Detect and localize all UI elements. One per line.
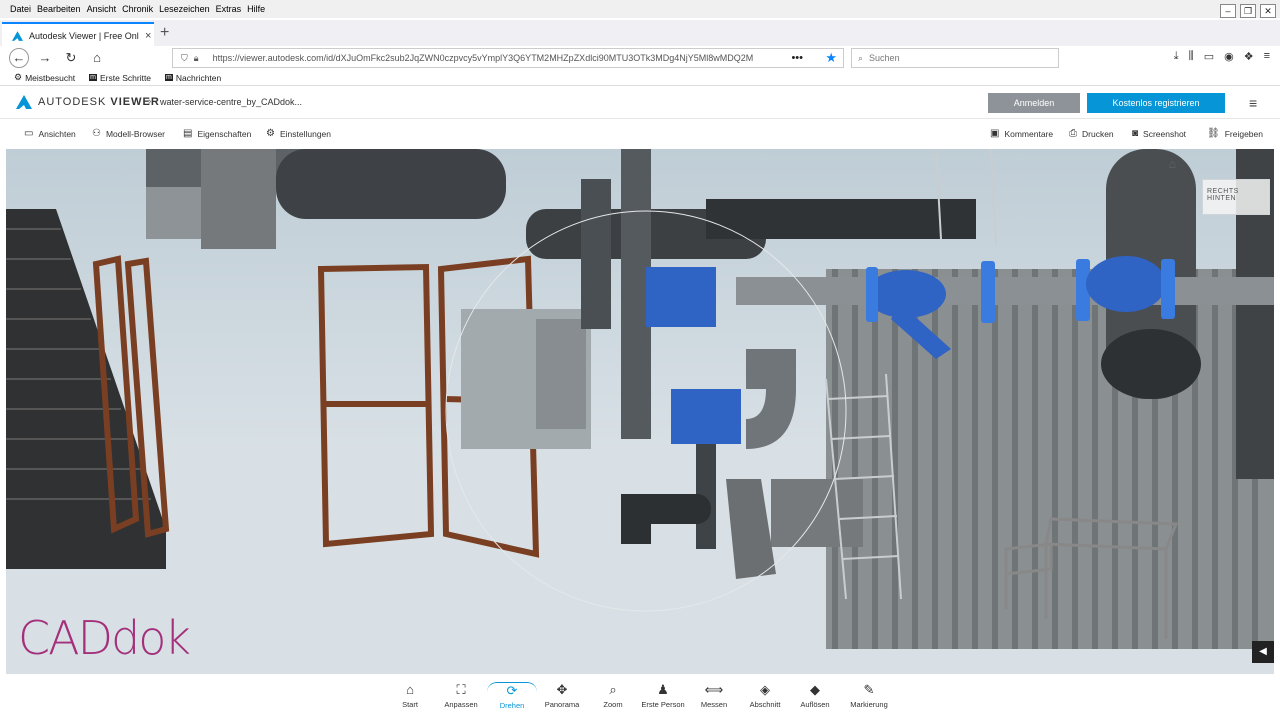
toolbar-freigeben[interactable]: ⛓ Freigeben [1207, 128, 1263, 139]
tool-abschnitt[interactable]: ◈ Abschnitt [740, 682, 790, 709]
bookmark-erste-schritte[interactable]: m Erste Schritte [89, 73, 151, 83]
first-person-icon: ♟ [657, 682, 669, 697]
toolbar-modell-browser[interactable]: ⚇ Modell-Browser [92, 128, 165, 139]
tool-zoom[interactable]: ⌕ Zoom [588, 682, 638, 709]
pan-icon: ✥ [556, 682, 568, 697]
search-placeholder: Suchen [869, 53, 900, 63]
tab-close-icon[interactable]: × [145, 30, 151, 42]
tool-markierung[interactable]: ✎ Markierung [844, 682, 894, 709]
tool-anpassen[interactable]: ⛶ Anpassen [436, 682, 486, 709]
measure-icon: ⟺ [704, 682, 724, 697]
toolbar-screenshot[interactable]: ◙ Screenshot [1132, 128, 1186, 139]
app-header: AUTODESK VIEWER › water-service-centre_b… [0, 87, 1280, 119]
m-icon: m [89, 74, 98, 81]
new-tab-button[interactable]: + [160, 24, 169, 42]
navigation-bar: ← → ↻ ⌂ ⛉ 🔒︎ https://viewer.autodesk.com… [0, 46, 1280, 70]
url-text[interactable]: https://viewer.autodesk.com/id/dXJuOmFkc… [213, 53, 773, 63]
account-icon[interactable]: ◉ [1224, 50, 1234, 63]
bookmark-star-icon[interactable]: ★ [825, 50, 837, 66]
autodesk-logo-icon [16, 95, 32, 109]
browser-tab[interactable]: Autodesk Viewer | Free Online F × [2, 22, 154, 48]
toolbar-ansichten[interactable]: ▭ Ansichten [24, 128, 76, 139]
explode-icon: ◆ [810, 682, 820, 697]
reload-button[interactable]: ↻ [61, 48, 81, 68]
toolbar-einstellungen[interactable]: ⚙ Einstellungen [266, 128, 331, 139]
3d-viewport[interactable]: CADdok ⌂ RECHTS HINTEN ◀ [6, 149, 1274, 674]
tab-title: Autodesk Viewer | Free Online F [29, 31, 139, 41]
share-link-icon: ⛓ [1207, 128, 1220, 139]
bottom-toolbar: ⌂ Start ⛶ Anpassen ⟳ Drehen ✥ Panorama ⌕ Zoom… [0, 674, 1280, 720]
home-button[interactable]: ⌂ [87, 48, 107, 68]
zoom-icon: ⌕ [609, 682, 617, 697]
menu-item-extras[interactable]: Extras [216, 4, 242, 14]
section-icon: ◈ [760, 682, 770, 697]
tool-panorama[interactable]: ✥ Panorama [537, 682, 587, 709]
register-button[interactable]: Kostenlos registrieren [1087, 93, 1225, 113]
lock-icon: 🔒︎ [193, 52, 199, 63]
menu-item-datei[interactable]: Datei [10, 4, 31, 14]
page-actions-icon[interactable]: ••• [791, 52, 803, 64]
sidebar-icon[interactable]: ▭ [1204, 50, 1214, 63]
tool-aufloesen[interactable]: ◆ Auflösen [790, 682, 840, 709]
tab-strip: Autodesk Viewer | Free Online F × + [0, 20, 1280, 48]
close-window-button[interactable]: ✕ [1260, 4, 1276, 18]
hamburger-menu-icon[interactable]: ≡ [1249, 95, 1257, 111]
brand-viewer: VIEWER [110, 96, 160, 108]
orbit-icon: ⟳ [506, 683, 518, 698]
tool-erste-person[interactable]: ♟ Erste Person [638, 682, 688, 709]
tool-drehen[interactable]: ⟳ Drehen [487, 682, 537, 710]
home-icon: ⌂ [406, 682, 414, 697]
caddok-logo: CADdok [18, 611, 191, 665]
m-icon: m [165, 74, 173, 81]
fit-to-view-icon: ⛶ [456, 682, 466, 697]
home-view-icon[interactable]: ⌂ [1169, 157, 1176, 171]
megaphone-icon[interactable]: ◀ [1252, 641, 1274, 663]
shield-icon: ⛉ [181, 52, 188, 63]
views-icon: ▭ [24, 128, 34, 139]
markup-pen-icon: ✎ [863, 682, 875, 697]
autodesk-logo-icon [12, 31, 23, 41]
library-icon[interactable]: ⫼ [1189, 50, 1194, 63]
bookmark-nachrichten[interactable]: m Nachrichten [165, 73, 221, 83]
menu-item-bearbeiten[interactable]: Bearbeiten [37, 4, 81, 14]
download-icon[interactable]: ⤓ [1174, 50, 1179, 63]
back-button[interactable]: ← [9, 48, 29, 68]
minimize-button[interactable]: – [1220, 4, 1236, 18]
menu-item-lesezeichen[interactable]: Lesezeichen [159, 4, 210, 14]
print-icon: ⎙ [1069, 128, 1077, 139]
3d-model-scene[interactable] [6, 149, 1274, 674]
camera-icon: ◙ [1132, 128, 1139, 139]
settings-gear-icon: ⚙ [266, 128, 275, 139]
search-input[interactable]: ⌕ Suchen [851, 48, 1059, 68]
tool-messen[interactable]: ⟺ Messen [689, 682, 739, 709]
url-bar[interactable]: ⛉ 🔒︎ https://viewer.autodesk.com/id/dXJu… [172, 48, 844, 68]
maximize-button[interactable]: ❐ [1240, 4, 1256, 18]
toolbar-kommentare[interactable]: ▣ Kommentare [990, 128, 1053, 139]
model-browser-icon: ⚇ [92, 128, 101, 139]
extensions-icon[interactable]: ❖ [1244, 50, 1254, 63]
bookmarks-bar: ⚙ Meistbesucht m Erste Schritte m Nachricht… [0, 70, 1280, 86]
comment-icon: ▣ [990, 128, 1000, 139]
radiator-wall [826, 269, 1274, 649]
autodesk-viewer-logo[interactable]: AUTODESK VIEWER [16, 95, 160, 109]
toolbar-eigenschaften[interactable]: ▤ Eigenschaften [183, 128, 251, 139]
bookmark-meistbesucht[interactable]: ⚙ Meistbesucht [14, 72, 75, 83]
menu-item-chronik[interactable]: Chronik [122, 4, 153, 14]
properties-icon: ▤ [183, 128, 193, 139]
menu-icon[interactable]: ≡ [1264, 50, 1270, 63]
view-cube[interactable]: RECHTS HINTEN [1202, 179, 1270, 215]
breadcrumb[interactable]: water-service-centre_by_CADdok... [160, 97, 302, 107]
login-button[interactable]: Anmelden [988, 93, 1080, 113]
menu-item-hilfe[interactable]: Hilfe [247, 4, 265, 14]
window-menu-bar: Datei Bearbeiten Ansicht Chronik Lesezei… [0, 0, 1280, 18]
brand-autodesk: AUTODESK [38, 96, 107, 108]
toolbar-drucken[interactable]: ⎙ Drucken [1069, 128, 1114, 139]
gear-icon: ⚙ [14, 72, 23, 82]
chevron-right-icon: › [148, 96, 152, 107]
tool-start[interactable]: ⌂ Start [385, 682, 435, 709]
menu-item-ansicht[interactable]: Ansicht [87, 4, 117, 14]
forward-button[interactable]: → [35, 48, 55, 68]
viewer-toolbar: ▭ Ansichten ⚇ Modell-Browser ▤ Eigenschafte… [0, 120, 1280, 148]
search-icon: ⌕ [858, 52, 864, 63]
